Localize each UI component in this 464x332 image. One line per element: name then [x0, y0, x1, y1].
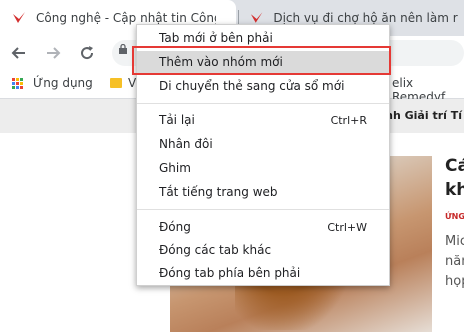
reload-icon: [81, 46, 94, 60]
menu-item-close-other-tabs[interactable]: Đóng các tab khác: [137, 239, 389, 261]
menu-item-label: Tắt tiếng trang web: [159, 185, 278, 199]
menu-item-duplicate[interactable]: Nhân đôi: [137, 133, 389, 155]
menu-item-label: Đóng: [159, 220, 191, 234]
bookmark-apps-label: Ứng dụng: [33, 76, 93, 90]
menu-item-move-to-new-window[interactable]: Di chuyển thẻ sang cửa sổ mới: [137, 75, 389, 97]
arrow-right-icon: [47, 47, 61, 59]
side-article-text-line2: năm: [445, 254, 464, 269]
menu-item-label: Đóng tab phía bên phải: [159, 266, 301, 280]
site-favicon-icon: [250, 12, 263, 23]
folder-icon: [110, 78, 122, 88]
highlight-annotation-box: [132, 46, 391, 75]
menu-item-label: Di chuyển thẻ sang cửa sổ mới: [159, 79, 345, 93]
menu-item-label: Tab mới ở bên phải: [159, 31, 273, 45]
forward-button[interactable]: [42, 42, 64, 64]
menu-item-label: Tải lại: [159, 113, 195, 127]
site-nav-text[interactable]: anh Giải trí Tí: [378, 109, 462, 122]
site-favicon-icon: [13, 12, 25, 23]
bookmark-folder-label: V: [128, 76, 137, 90]
side-article-text-line3: họp: [445, 274, 464, 289]
arrow-left-icon: [11, 47, 25, 59]
menu-item-close[interactable]: Đóng Ctrl+W: [137, 216, 389, 238]
menu-item-reload[interactable]: Tải lại Ctrl+R: [137, 109, 389, 131]
menu-item-close-tabs-right[interactable]: Đóng tab phía bên phải: [137, 262, 389, 284]
lock-icon: [119, 44, 127, 54]
menu-item-mute-site[interactable]: Tắt tiếng trang web: [137, 181, 389, 203]
bookmark-folder[interactable]: V: [110, 76, 136, 90]
apps-grid-icon: [12, 77, 23, 89]
side-article-category[interactable]: ỨNG: [445, 212, 464, 221]
menu-item-label: Ghim: [159, 161, 191, 175]
side-article-title-line2[interactable]: kh: [445, 180, 464, 200]
menu-separator: [137, 103, 389, 104]
menu-item-label: Nhân đôi: [159, 137, 213, 151]
menu-item-shortcut: Ctrl+R: [330, 113, 367, 127]
menu-item-label: Đóng các tab khác: [159, 243, 272, 257]
reload-button[interactable]: [76, 42, 98, 64]
back-button[interactable]: [8, 42, 30, 64]
bookmark-apps[interactable]: Ứng dụng: [12, 76, 93, 90]
tab-title: Dịch vụ đi chợ hộ ăn nên làm r: [273, 11, 458, 25]
side-article-text-line1: Mic: [445, 234, 464, 249]
tab-title: Công nghệ - Cập nhật tin Công: [36, 11, 216, 25]
menu-separator: [137, 209, 389, 210]
menu-item-shortcut: Ctrl+W: [327, 220, 367, 234]
menu-item-pin[interactable]: Ghim: [137, 157, 389, 179]
side-article-title-line1[interactable]: Cá: [445, 156, 464, 176]
